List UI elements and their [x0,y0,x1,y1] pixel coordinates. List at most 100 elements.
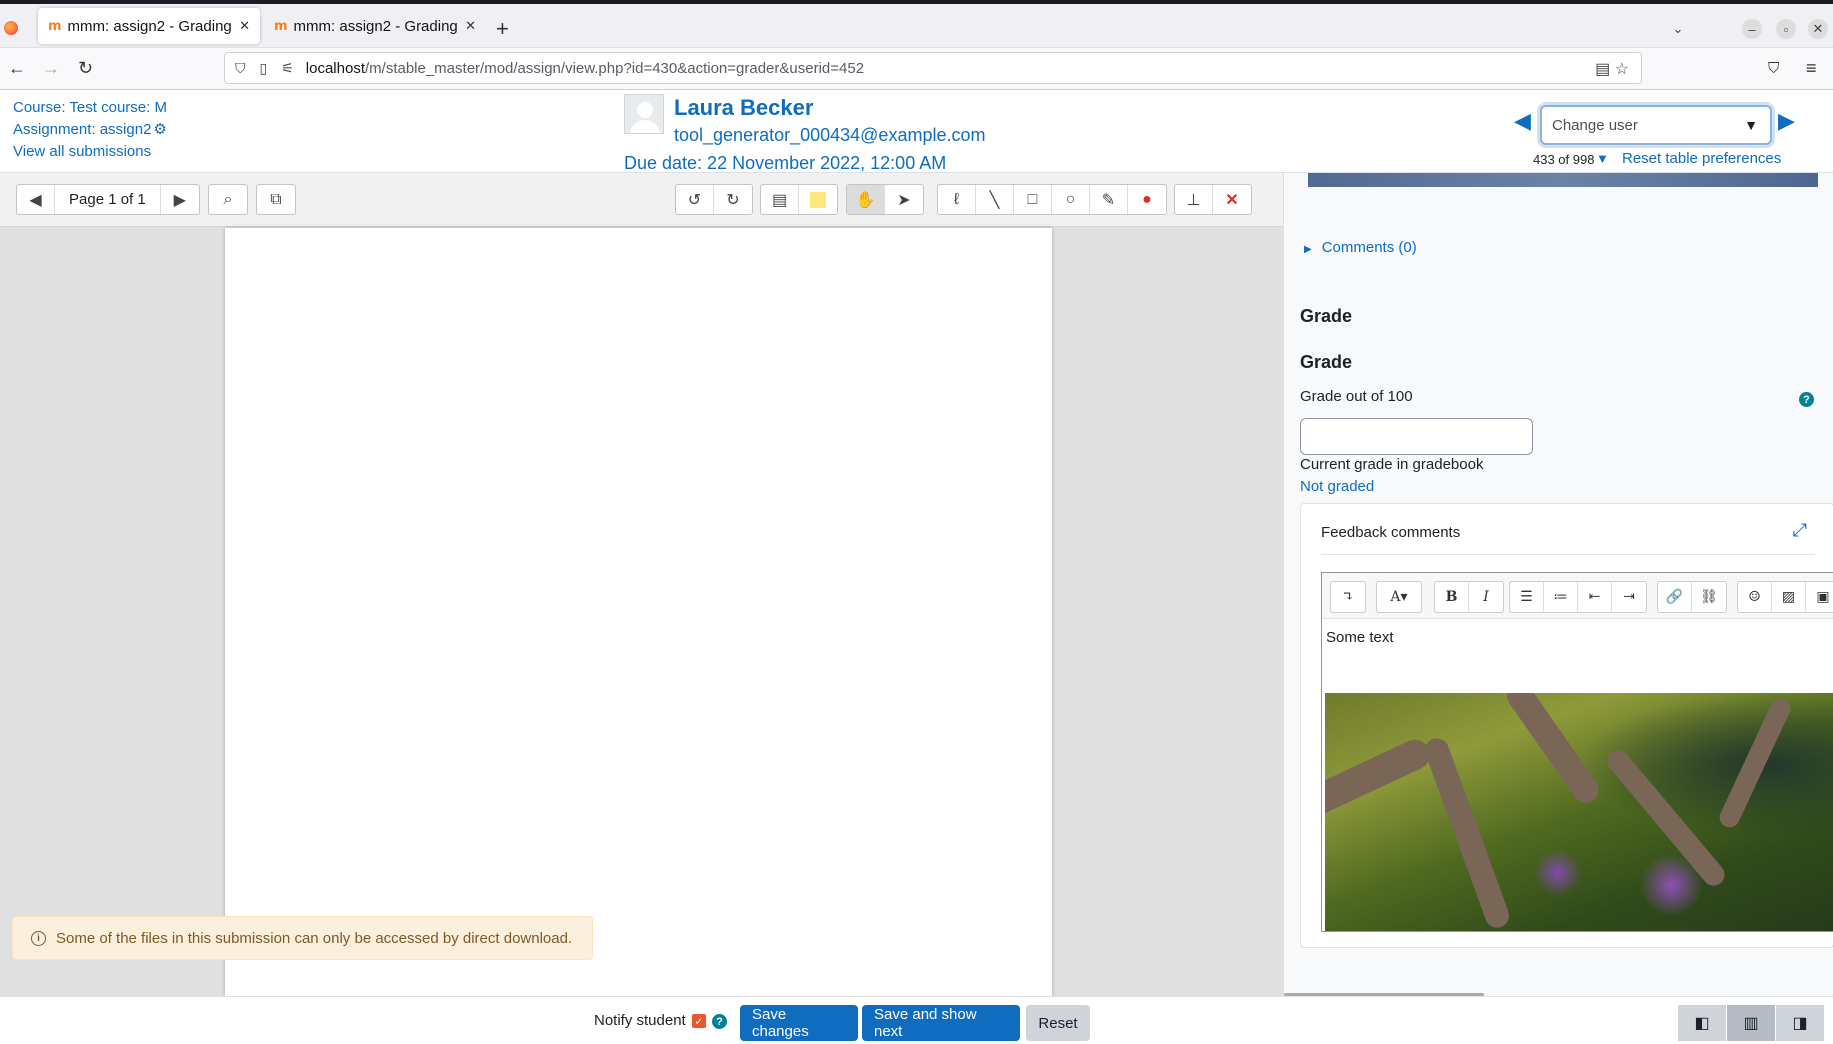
current-grade-label: Current grade in gradebook [1300,456,1484,473]
grade-out-of-label: Grade out of 100 [1300,388,1413,405]
notify-student-checkbox[interactable]: ✓ [692,1014,706,1028]
stamp-group: ⊥ ✕ [1174,184,1252,215]
maximize-icon[interactable]: ▫ [1776,19,1796,39]
outdent-icon[interactable]: ⇤ [1578,582,1612,612]
shield-icon[interactable]: ⛉ [235,60,246,77]
next-user-icon[interactable]: ▶ [1778,108,1795,134]
rectangle-icon[interactable]: □ [1014,185,1052,214]
user-email[interactable]: tool_generator_000434@example.com [674,125,985,146]
select-group: ✋ ➤ [846,184,924,215]
comment-group: ▤ [760,184,838,215]
forward-icon[interactable]: → [42,58,60,79]
layout-collapse-grade-icon[interactable]: ◨ [1776,1005,1824,1041]
pointer-icon[interactable]: ➤ [885,185,923,214]
expand-group: ⧉ [256,184,296,215]
comment-color-icon[interactable] [799,185,837,214]
italic-icon[interactable]: I [1469,582,1503,612]
pen-icon[interactable]: ℓ [938,185,976,214]
unordered-list-icon[interactable]: ☰ [1510,582,1544,612]
browser-nav-bar: ← → ↻ ⛉ ▯ ⚟ localhost/m/stable_master/mo… [0,48,1833,90]
previous-user-icon[interactable]: ◀ [1514,108,1531,134]
embedded-image[interactable] [1325,693,1833,931]
back-icon[interactable]: ← [8,58,26,79]
download-notice: i Some of the files in this submission c… [12,916,593,960]
feedback-text[interactable]: Some text [1326,629,1394,646]
grade-input[interactable] [1300,418,1533,455]
color-icon[interactable]: ● [1128,185,1166,214]
expand-icon[interactable]: ⤢ [1793,520,1807,541]
oval-icon[interactable]: ○ [1052,185,1090,214]
insert-group: ☺ ▨ ▣ [1737,581,1833,613]
list-group: ☰ ≔ ⇤ ⇥ [1509,581,1647,613]
moodle-favicon-icon: m [48,18,62,34]
previous-page-icon[interactable]: ◀ [17,185,55,214]
layout-collapse-review-icon[interactable]: ◧ [1678,1005,1726,1041]
ordered-list-icon[interactable]: ≔ [1544,582,1578,612]
feedback-comments-card: Feedback comments ⤢ ↴ A▾ B I ☰ ≔ ⇤ ⇥ 🔗 ⛓… [1300,503,1833,948]
bold-icon[interactable]: B [1435,582,1469,612]
close-window-icon[interactable]: ✕ [1808,19,1828,39]
assignment-link[interactable]: Assignment: assign2 [13,121,151,138]
comment-icon[interactable]: ▤ [761,185,799,214]
toolbar-toggle-group: ↴ [1330,581,1366,613]
comments-toggle[interactable]: ▶ Comments (0) [1304,239,1417,256]
close-tab-icon[interactable]: ✕ [239,18,250,34]
filter-icon[interactable]: ▼ [1596,151,1609,166]
emoji-icon[interactable]: ☺ [1738,582,1772,612]
browser-tab-active[interactable]: m mmm: assign2 - Grading ✕ [38,8,260,44]
browser-tab-bar: m mmm: assign2 - Grading ✕ m mmm: assign… [0,4,1833,48]
feedback-comments-title: Feedback comments [1321,524,1461,541]
gear-icon[interactable]: ⚙ [153,121,166,138]
line-icon[interactable]: ╲ [976,185,1014,214]
rotate-left-icon[interactable]: ↺ [676,185,714,214]
search-comments-icon[interactable]: ⌕ [209,185,247,214]
page-label[interactable]: Page 1 of 1 [55,185,161,214]
delete-icon[interactable]: ✕ [1213,185,1251,214]
help-icon[interactable]: ? [712,1014,727,1029]
indent-icon[interactable]: ⇥ [1612,582,1646,612]
course-link[interactable]: Course: Test course: M [13,99,167,116]
new-tab-icon[interactable]: + [496,16,509,42]
stamp-icon[interactable]: ⊥ [1175,185,1213,214]
highlight-icon[interactable]: ✎ [1090,185,1128,214]
url-bar[interactable]: ⛉ ▯ ⚟ localhost/m/stable_master/mod/assi… [224,52,1642,84]
feedback-editor[interactable]: ↴ A▾ B I ☰ ≔ ⇤ ⇥ 🔗 ⛓ ☺ ▨ ▣ Some text [1321,572,1833,932]
reader-bookmark-icons[interactable]: ▤ ☆ [1595,59,1629,79]
next-page-icon[interactable]: ▶ [161,185,199,214]
change-user-select[interactable]: Change user ▼ [1540,105,1772,145]
reset-button[interactable]: Reset [1026,1005,1090,1041]
rotate-right-icon[interactable]: ↻ [714,185,752,214]
paragraph-style-icon[interactable]: A▾ [1377,582,1421,612]
list-tabs-icon[interactable]: ⌄ [1668,19,1688,39]
expand-icon[interactable]: ⧉ [257,185,295,214]
context-links: Course: Test course: M Assignment: assig… [13,97,167,163]
save-changes-button[interactable]: Save changes [740,1005,858,1041]
pocket-icon[interactable]: ⛉ [1768,60,1779,77]
layout-default-icon[interactable]: ▥ [1727,1005,1775,1041]
hand-icon[interactable]: ✋ [847,185,885,214]
pdf-page[interactable] [225,228,1052,996]
save-and-show-next-button[interactable]: Save and show next [862,1005,1020,1041]
menu-icon[interactable]: ≡ [1806,58,1817,79]
close-tab-icon[interactable]: ✕ [465,18,476,34]
permissions-icon[interactable]: ⚟ [281,60,294,77]
moodle-favicon-icon: m [274,18,288,34]
help-icon[interactable]: ? [1799,392,1814,407]
url-text[interactable]: localhost/m/stable_master/mod/assign/vie… [306,60,864,77]
pdf-toolbar: ◀ Page 1 of 1 ▶ ⌕ ⧉ ↺ ↻ ▤ ✋ ➤ ℓ ╲ □ ○ ✎ … [0,173,1283,227]
grade-heading: Grade [1300,306,1353,326]
format-group: B I [1434,581,1504,613]
minimize-icon[interactable]: – [1742,19,1762,39]
show-more-icon[interactable]: ↴ [1331,582,1365,612]
view-all-submissions-link[interactable]: View all submissions [13,143,151,160]
reload-icon[interactable]: ↻ [78,58,93,79]
browser-tab[interactable]: m mmm: assign2 - Grading ✕ [264,8,486,44]
user-name[interactable]: Laura Becker [674,95,813,121]
current-grade-value[interactable]: Not graded [1300,478,1374,495]
media-icon[interactable]: ▣ [1806,582,1833,612]
chevron-down-icon[interactable]: ▼ [1744,117,1758,133]
image-icon[interactable]: ▨ [1772,582,1806,612]
link-icon[interactable]: 🔗 [1658,582,1692,612]
reset-table-preferences-link[interactable]: Reset table preferences [1622,150,1781,167]
unlink-icon[interactable]: ⛓ [1692,582,1726,612]
